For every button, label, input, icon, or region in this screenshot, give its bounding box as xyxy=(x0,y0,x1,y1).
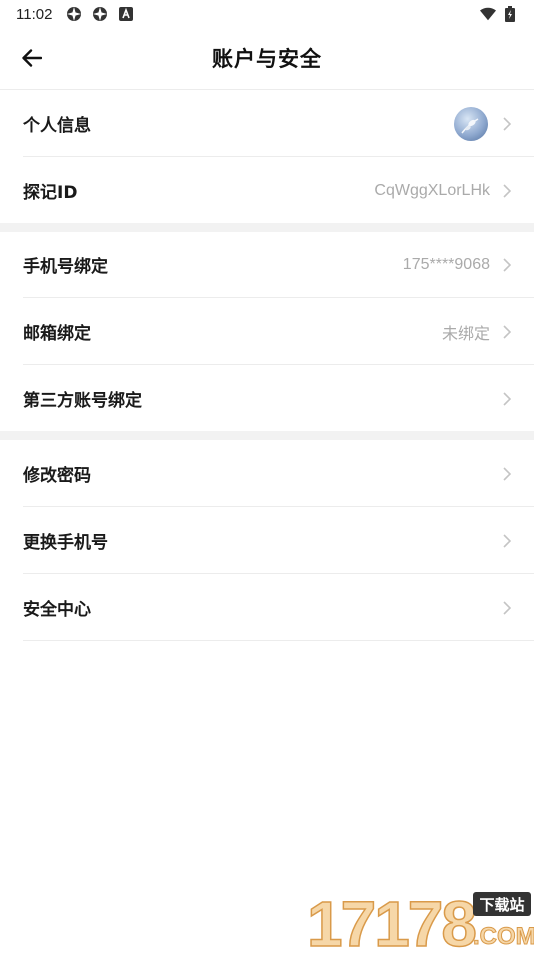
avatar xyxy=(454,106,488,141)
wifi-icon xyxy=(480,6,496,22)
app-notification-icon xyxy=(66,6,82,22)
row-label: 手机号绑定 xyxy=(23,257,108,277)
settings-group-binding: 手机号绑定 175****9068 邮箱绑定 未绑定 第三方账号绑定 xyxy=(0,231,534,432)
row-label: 安全中心 xyxy=(23,600,91,620)
title-bar: 账户与安全 xyxy=(0,28,534,88)
watermark-number: 17178 xyxy=(307,888,475,950)
row-security-center[interactable]: 安全中心 xyxy=(0,574,534,641)
row-value: CqWggXLorLHk xyxy=(374,181,490,199)
status-left: 11:02 xyxy=(16,6,134,23)
row-label: 修改密码 xyxy=(23,466,91,486)
arrow-left-icon xyxy=(22,49,42,67)
status-bar: 11:02 xyxy=(0,0,534,28)
chevron-right-icon xyxy=(502,257,512,273)
app-notification-icon xyxy=(92,6,108,22)
row-label: 探记ID xyxy=(23,183,78,203)
row-phone-binding[interactable]: 手机号绑定 175****9068 xyxy=(0,231,534,298)
section-separator xyxy=(0,431,534,440)
row-value: 175****9068 xyxy=(402,255,490,273)
row-label: 邮箱绑定 xyxy=(23,324,91,344)
row-email-binding[interactable]: 邮箱绑定 未绑定 xyxy=(0,298,534,365)
chevron-right-icon xyxy=(502,183,512,199)
row-label: 个人信息 xyxy=(23,116,91,136)
row-change-password[interactable]: 修改密码 xyxy=(0,440,534,507)
watermark-domain: .COM xyxy=(473,923,534,950)
settings-group-profile: 个人信息 探记ID CqWggXLorLHk xyxy=(0,90,534,224)
watermark-logo: 17178 下载站 .COM xyxy=(305,884,534,954)
row-personal-info[interactable]: 个人信息 xyxy=(0,90,534,157)
back-button[interactable] xyxy=(16,42,48,74)
status-time: 11:02 xyxy=(16,5,53,23)
chevron-right-icon xyxy=(502,533,512,549)
row-tanji-id[interactable]: 探记ID CqWggXLorLHk xyxy=(0,157,534,224)
battery-icon xyxy=(502,6,518,22)
status-right xyxy=(480,6,518,22)
chevron-right-icon xyxy=(502,466,512,482)
row-label: 第三方账号绑定 xyxy=(23,391,142,411)
chevron-right-icon xyxy=(502,116,512,132)
row-value: 未绑定 xyxy=(441,325,490,343)
page-title: 账户与安全 xyxy=(212,47,322,71)
settings-group-security: 修改密码 更换手机号 安全中心 xyxy=(0,440,534,641)
chevron-right-icon xyxy=(502,600,512,616)
chevron-right-icon xyxy=(502,324,512,340)
watermark-tag: 下载站 xyxy=(479,896,524,914)
chevron-right-icon xyxy=(502,391,512,407)
row-label: 更换手机号 xyxy=(23,533,108,553)
font-notification-icon xyxy=(118,6,134,22)
row-change-phone[interactable]: 更换手机号 xyxy=(0,507,534,574)
row-third-party-binding[interactable]: 第三方账号绑定 xyxy=(0,365,534,432)
